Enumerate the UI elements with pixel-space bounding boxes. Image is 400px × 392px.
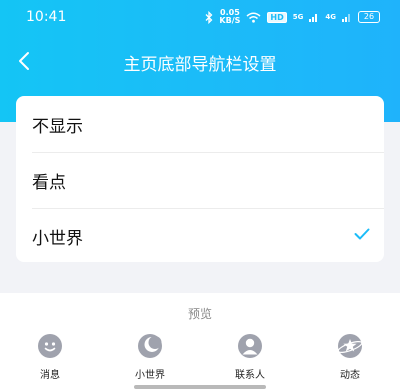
signal-4g-label: 4G bbox=[325, 13, 336, 21]
preview-tab-bar: 消息 小世界 联系人 动态 bbox=[0, 333, 400, 383]
preview-area: 预览 消息 小世界 联系人 动态 bbox=[0, 293, 400, 392]
tab-label: 联系人 bbox=[235, 370, 265, 381]
tab-moments[interactable]: 动态 bbox=[315, 333, 385, 381]
tab-label: 动态 bbox=[340, 370, 360, 381]
page-title: 主页底部导航栏设置 bbox=[123, 55, 277, 75]
bluetooth-icon bbox=[205, 10, 213, 24]
battery-icon: 26 bbox=[358, 11, 380, 23]
home-indicator bbox=[134, 385, 266, 389]
wifi-icon bbox=[246, 12, 261, 23]
option-kandian[interactable]: 看点 bbox=[32, 153, 384, 209]
moon-icon bbox=[138, 334, 162, 358]
network-speed-unit: KB/S bbox=[219, 16, 241, 25]
nav-bar: 主页底部导航栏设置 bbox=[0, 38, 400, 84]
option-label: 小世界 bbox=[32, 229, 83, 249]
signal-icon-2 bbox=[342, 14, 350, 22]
planet-icon bbox=[337, 334, 363, 358]
status-time: 10:41 bbox=[26, 9, 67, 25]
status-bar: 10:41 0.05 KB/S HD 5G 4G 26 bbox=[0, 0, 400, 34]
hd-badge: HD bbox=[267, 11, 287, 23]
status-icons: 0.05 KB/S HD 5G 4G 26 bbox=[205, 7, 380, 27]
signal-icon bbox=[309, 14, 318, 22]
option-label: 不显示 bbox=[32, 117, 83, 137]
signal-5g-label: 5G bbox=[292, 13, 304, 21]
option-label: 看点 bbox=[32, 173, 66, 193]
network-speed: 0.05 KB/S bbox=[219, 9, 240, 25]
preview-label: 预览 bbox=[187, 307, 212, 321]
option-hide[interactable]: 不显示 bbox=[32, 97, 384, 153]
option-small-world[interactable]: 小世界 bbox=[32, 209, 384, 264]
contact-icon bbox=[238, 334, 262, 358]
tab-contacts[interactable]: 联系人 bbox=[215, 333, 285, 381]
options-card: 不显示 看点 小世界 bbox=[16, 96, 384, 262]
tab-label: 小世界 bbox=[135, 370, 165, 381]
tab-small-world[interactable]: 小世界 bbox=[115, 333, 185, 381]
tab-label: 消息 bbox=[40, 370, 60, 381]
tab-messages[interactable]: 消息 bbox=[15, 333, 85, 381]
message-icon bbox=[38, 334, 62, 358]
check-icon bbox=[354, 228, 370, 240]
